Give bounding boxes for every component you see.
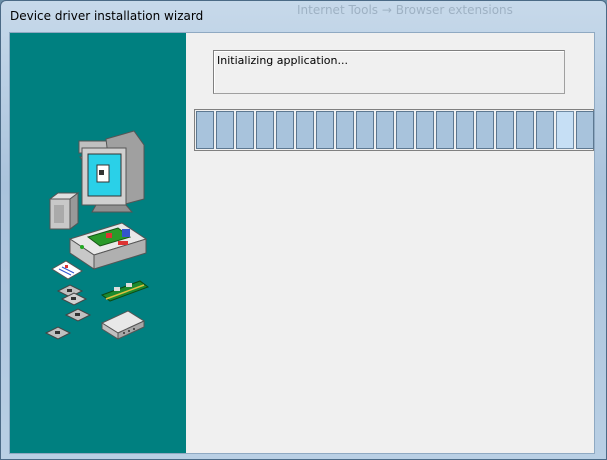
expansion-card-icon xyxy=(100,280,150,302)
progress-segment xyxy=(376,111,394,149)
progress-segment xyxy=(536,111,554,149)
progress-segment xyxy=(456,111,474,149)
title-bar[interactable]: Device driver installation wizard Intern… xyxy=(1,1,606,31)
progress-segment xyxy=(276,111,294,149)
progress-segment xyxy=(476,111,494,149)
progress-segment xyxy=(256,111,274,149)
wizard-window: Device driver installation wizard Intern… xyxy=(0,0,607,460)
progress-segment xyxy=(196,111,214,149)
status-text: Initializing application... xyxy=(217,54,348,67)
progress-segment xyxy=(316,111,334,149)
progress-segment xyxy=(356,111,374,149)
progress-segment xyxy=(336,111,354,149)
progress-segment xyxy=(516,111,534,149)
hardware-illustration xyxy=(44,130,150,340)
status-box: Initializing application... xyxy=(213,50,565,94)
background-window-title: Internet Tools → Browser extensions xyxy=(297,3,513,17)
computer-monitor-icon xyxy=(78,130,145,213)
progress-segment xyxy=(496,111,514,149)
wizard-client-area: Initializing application... xyxy=(9,32,595,454)
pc-case-icon xyxy=(68,222,148,270)
progress-segment xyxy=(556,111,574,149)
modem-icon xyxy=(100,310,146,340)
wizard-sidebar xyxy=(10,33,186,453)
document-icon xyxy=(51,260,83,280)
progress-segment xyxy=(436,111,454,149)
progress-segment xyxy=(416,111,434,149)
speaker-icon xyxy=(48,192,80,230)
floppy-disk-icon xyxy=(44,284,92,340)
progress-segment xyxy=(576,111,594,149)
window-title: Device driver installation wizard xyxy=(10,9,204,23)
progress-segment xyxy=(296,111,314,149)
progress-segment xyxy=(396,111,414,149)
progress-bar xyxy=(194,109,594,151)
progress-segment xyxy=(216,111,234,149)
progress-segment xyxy=(236,111,254,149)
